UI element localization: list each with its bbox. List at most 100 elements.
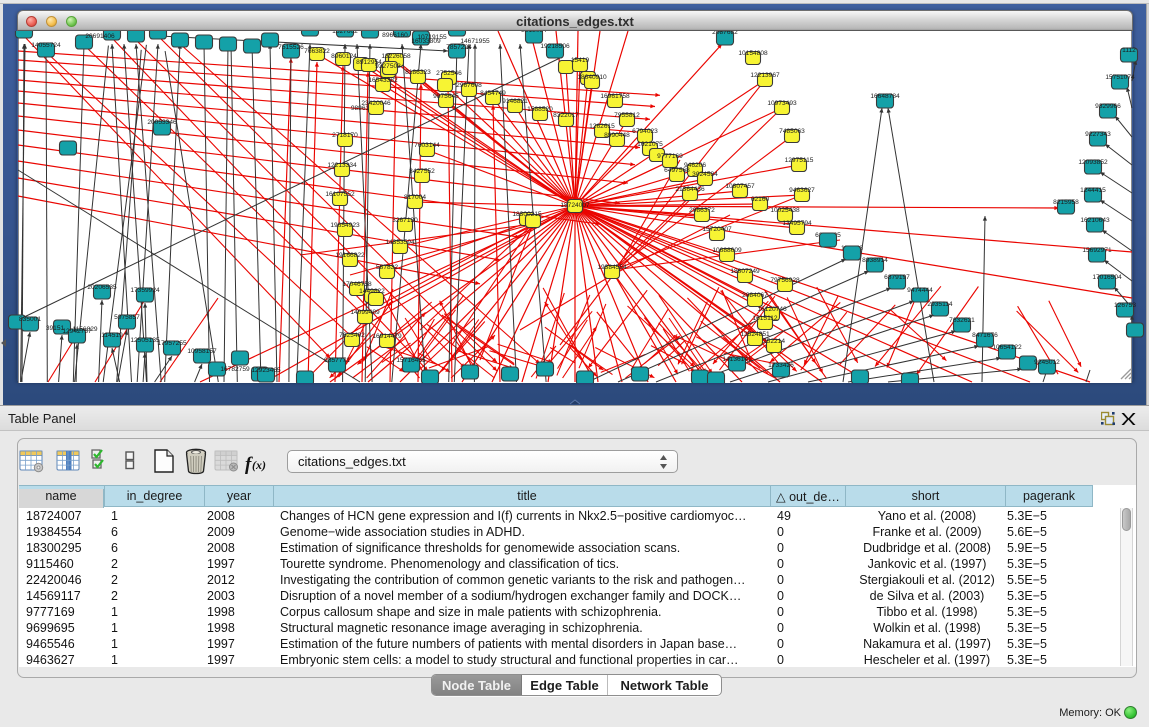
svg-text:7603144: 7603144 bbox=[414, 142, 440, 149]
svg-text:18724007: 18724007 bbox=[560, 202, 590, 209]
svg-text:16120746: 16120746 bbox=[757, 306, 787, 313]
svg-text:12975115: 12975115 bbox=[785, 157, 814, 164]
svg-text:9875645: 9875645 bbox=[433, 93, 459, 100]
svg-text:17359924: 17359924 bbox=[130, 287, 160, 294]
svg-text:9463627: 9463627 bbox=[789, 187, 815, 194]
svg-text:7955812: 7955812 bbox=[614, 112, 640, 119]
svg-text:15751074: 15751074 bbox=[1105, 74, 1135, 81]
svg-text:16914479: 16914479 bbox=[372, 333, 402, 340]
svg-text:13524851: 13524851 bbox=[740, 331, 770, 338]
svg-text:16543382: 16543382 bbox=[368, 77, 398, 84]
svg-text:1262615: 1262615 bbox=[589, 123, 615, 130]
svg-text:14099489: 14099489 bbox=[350, 309, 380, 316]
svg-text:62160: 62160 bbox=[751, 196, 770, 203]
svg-text:13226058: 13226058 bbox=[381, 53, 411, 60]
svg-text:2087682: 2087682 bbox=[712, 31, 738, 36]
svg-text:19218506: 19218506 bbox=[540, 43, 570, 50]
svg-text:8186323: 8186323 bbox=[405, 69, 431, 76]
svg-text:18300215: 18300215 bbox=[512, 211, 542, 218]
svg-text:1615112: 1615112 bbox=[752, 315, 778, 322]
svg-text:9329966: 9329966 bbox=[1095, 103, 1121, 110]
svg-text:817004: 817004 bbox=[404, 194, 426, 201]
svg-text:9474444: 9474444 bbox=[907, 287, 933, 294]
svg-text:9245012: 9245012 bbox=[1034, 359, 1060, 366]
svg-text:2752546: 2752546 bbox=[436, 70, 462, 77]
svg-text:12213967: 12213967 bbox=[750, 72, 780, 79]
svg-text:7857224: 7857224 bbox=[446, 44, 472, 51]
svg-text:13495794: 13495794 bbox=[782, 220, 812, 227]
svg-text:12093852: 12093852 bbox=[1078, 159, 1108, 166]
svg-text:10654122: 10654122 bbox=[992, 344, 1022, 351]
svg-text:19384554: 19384554 bbox=[597, 264, 627, 271]
svg-text:15692971: 15692971 bbox=[1082, 247, 1112, 254]
svg-text:12923465: 12923465 bbox=[251, 367, 281, 374]
svg-text:79756928: 79756928 bbox=[770, 277, 800, 284]
svg-text:16648784: 16648784 bbox=[870, 93, 900, 100]
svg-text:17046758: 17046758 bbox=[342, 281, 372, 288]
svg-text:1244415: 1244415 bbox=[1080, 187, 1106, 194]
svg-text:8454749: 8454749 bbox=[480, 90, 506, 97]
svg-text:7663822: 7663822 bbox=[304, 48, 330, 55]
svg-text:17957255: 17957255 bbox=[157, 340, 187, 347]
svg-text:10973493: 10973493 bbox=[767, 100, 797, 107]
svg-text:835001: 835001 bbox=[19, 316, 41, 323]
svg-text:7485063: 7485063 bbox=[779, 128, 805, 135]
svg-text:15716485: 15716485 bbox=[396, 357, 426, 364]
svg-text:7632621: 7632621 bbox=[949, 317, 975, 324]
svg-text:16782759: 16782759 bbox=[220, 366, 250, 373]
svg-text:20691406: 20691406 bbox=[85, 33, 115, 40]
svg-text:9327503: 9327503 bbox=[375, 63, 401, 70]
svg-text:1156829: 1156829 bbox=[72, 326, 98, 333]
svg-text:14353594: 14353594 bbox=[385, 239, 415, 246]
svg-text:8966160: 8966160 bbox=[382, 32, 408, 39]
svg-text:6879197: 6879197 bbox=[884, 274, 910, 281]
svg-text:1527602: 1527602 bbox=[332, 31, 358, 35]
svg-text:587832: 587832 bbox=[376, 264, 398, 271]
svg-text:12505135: 12505135 bbox=[130, 337, 160, 344]
svg-text:21364436: 21364436 bbox=[675, 186, 705, 193]
svg-text:17016504: 17016504 bbox=[1092, 274, 1122, 281]
svg-text:19654923: 19654923 bbox=[330, 222, 360, 229]
svg-text:8427552: 8427552 bbox=[409, 168, 435, 175]
svg-text:7625402: 7625402 bbox=[339, 332, 365, 339]
svg-text:15419: 15419 bbox=[571, 57, 590, 64]
svg-text:20053346: 20053346 bbox=[147, 119, 177, 126]
svg-text:10958157: 10958157 bbox=[187, 348, 217, 355]
svg-text:98961: 98961 bbox=[351, 105, 370, 112]
svg-text:16210643: 16210643 bbox=[1080, 217, 1110, 224]
svg-text:14136141: 14136141 bbox=[722, 356, 752, 363]
svg-text:14055724: 14055724 bbox=[31, 42, 61, 49]
svg-text:9857771: 9857771 bbox=[324, 357, 350, 364]
svg-text:3267130: 3267130 bbox=[392, 217, 418, 224]
svg-text:8471676: 8471676 bbox=[972, 332, 998, 339]
svg-text:8813054: 8813054 bbox=[521, 31, 547, 34]
svg-text:1733426: 1733426 bbox=[768, 362, 794, 369]
svg-text:9777169: 9777169 bbox=[657, 153, 683, 160]
svg-text:16107552: 16107552 bbox=[325, 191, 355, 198]
svg-text:114519: 114519 bbox=[101, 332, 123, 339]
svg-text:7515526: 7515526 bbox=[278, 44, 304, 51]
svg-text:8322017: 8322017 bbox=[553, 112, 579, 119]
svg-text:10025438: 10025438 bbox=[770, 207, 800, 214]
svg-text:126753: 126753 bbox=[1114, 302, 1136, 309]
svg-text:9146821: 9146821 bbox=[502, 98, 528, 105]
svg-text:10154808: 10154808 bbox=[738, 50, 768, 57]
svg-text:(x): (x) bbox=[252, 458, 266, 472]
svg-text:3024534: 3024534 bbox=[692, 171, 718, 178]
svg-text:6794023: 6794023 bbox=[632, 128, 658, 135]
svg-text:8960124: 8960124 bbox=[331, 53, 357, 60]
svg-text:12213334: 12213334 bbox=[327, 162, 357, 169]
svg-text:2967608: 2967608 bbox=[456, 82, 482, 89]
svg-text:8990448: 8990448 bbox=[604, 132, 630, 139]
svg-text:1621075: 1621075 bbox=[637, 141, 663, 148]
svg-text:8938914: 8938914 bbox=[862, 257, 888, 264]
svg-text:1588520: 1588520 bbox=[527, 106, 553, 113]
svg-text:15720407: 15720407 bbox=[702, 226, 732, 233]
svg-text:16961758: 16961758 bbox=[600, 93, 630, 100]
svg-text:20206535: 20206535 bbox=[87, 284, 117, 291]
svg-text:18640910: 18640910 bbox=[577, 74, 607, 81]
svg-text:5975857: 5975857 bbox=[114, 314, 140, 321]
svg-text:2935114: 2935114 bbox=[927, 301, 953, 308]
svg-text:18807249: 18807249 bbox=[730, 268, 760, 275]
svg-text:16033809: 16033809 bbox=[411, 38, 441, 45]
